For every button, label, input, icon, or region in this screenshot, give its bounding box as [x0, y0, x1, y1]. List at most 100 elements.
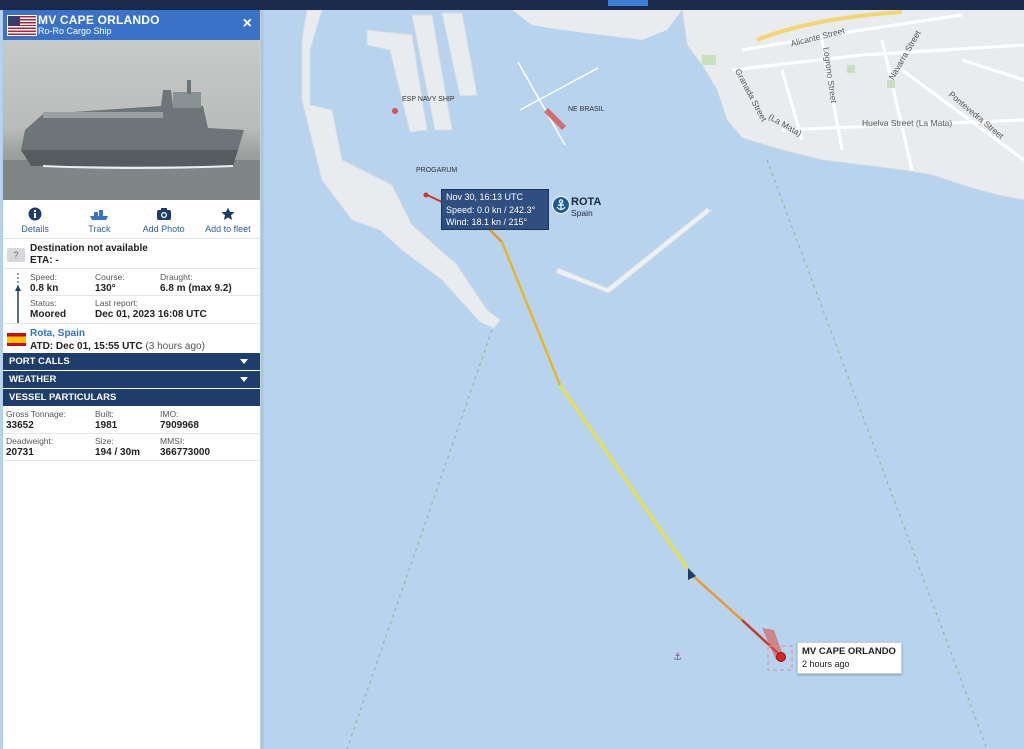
esp-navy-ship-label[interactable]: ESP NAVY SHIP — [402, 96, 455, 103]
track-yellow — [558, 384, 694, 576]
spain-flag-icon — [7, 333, 26, 346]
last-port-link[interactable]: Rota, Spain — [30, 328, 85, 339]
built-field: Built: 1981 — [95, 409, 117, 431]
map-canvas[interactable]: ⚓ ESP NAVY SHIP NE BRASIL PROGARUM Alica… — [262, 10, 1024, 749]
gross-tonnage-label: Gross Tonnage: — [6, 409, 66, 419]
channel-line-west — [346, 329, 493, 749]
mmsi-label: MMSI: — [160, 436, 185, 446]
unknown-destination-icon: ? — [7, 248, 25, 262]
vessel-status: Speed: 0.8 kn Course: 130° Draught: 6.8 m (… — [3, 269, 260, 324]
port-anchor-icon[interactable] — [552, 196, 570, 214]
course-line-icon — [15, 273, 21, 323]
port-label[interactable]: ROTA Spain — [571, 196, 601, 218]
speed-field: Speed: 0.8 kn — [30, 272, 58, 294]
port-calls-label: PORT CALLS — [9, 356, 70, 367]
divider — [30, 295, 260, 296]
speed-value: 0.8 kn — [30, 283, 59, 294]
pier-arm-3 — [441, 12, 478, 97]
weather-section[interactable]: WEATHER — [3, 371, 260, 389]
deadweight-field: Deadweight: 20731 — [6, 436, 53, 458]
status-field: Status: Moored — [30, 298, 66, 320]
vessel-particulars-label: VESSEL PARTICULARS — [9, 392, 117, 403]
particulars-row-1: Gross Tonnage: 33652 Built: 1981 IMO: 79099… — [3, 407, 260, 434]
vessel-particulars-section[interactable]: VESSEL PARTICULARS — [3, 389, 260, 407]
info-icon — [28, 207, 42, 221]
port-country: Spain — [571, 208, 593, 218]
vessel-panel: MV CAPE ORLANDO Ro-Ro Cargo Ship × Detai… — [3, 10, 261, 749]
add-to-fleet-label: Add to fleet — [205, 224, 251, 234]
mooring-line — [517, 61, 566, 146]
track-orange-3 — [691, 574, 743, 621]
track-label: Track — [88, 224, 111, 234]
vessel-type: Ro-Ro Cargo Ship — [38, 26, 112, 36]
close-button[interactable]: × — [243, 15, 252, 33]
size-label: Size: — [95, 436, 114, 446]
last-report-value: Dec 01, 2023 16:08 UTC — [95, 309, 207, 320]
ship-map-tag[interactable]: MV CAPE ORLANDO 2 hours ago — [797, 642, 902, 674]
vessel-actions: Details Track Add Photo Add to fleet — [3, 200, 260, 239]
deadweight-value: 20731 — [6, 447, 34, 458]
east-breakwater — [555, 207, 712, 294]
gross-tonnage-field: Gross Tonnage: 33652 — [6, 409, 66, 431]
draught-value: 6.8 m (max 9.2) — [160, 283, 232, 294]
imo-label: IMO: — [160, 409, 179, 419]
draught-label: Draught: — [160, 272, 193, 282]
chevron-down-icon — [240, 377, 248, 382]
progarum-label[interactable]: PROGARUM — [416, 167, 457, 174]
eta-text: ETA: - — [30, 255, 59, 266]
us-flag-icon — [7, 15, 37, 36]
mmsi-field: MMSI: 366773000 — [160, 436, 210, 458]
esp-navy-ship-marker — [392, 108, 398, 114]
vessel-header: MV CAPE ORLANDO Ro-Ro Cargo Ship × — [3, 10, 260, 40]
destination-text: Destination not available — [30, 243, 148, 254]
street-huelva: Huelva Street (La Mata) — [862, 118, 953, 128]
track-point-popup: Nov 30, 16:13 UTC Speed: 0.0 kn / 242.3°… — [441, 189, 549, 230]
weather-label: WEATHER — [9, 374, 57, 385]
add-photo-button[interactable]: Add Photo — [132, 200, 196, 238]
land-north-shore — [512, 10, 682, 40]
track-start-point — [423, 192, 429, 198]
atd-text: ATD: Dec 01, 15:55 UTC (3 hours ago) — [30, 341, 205, 352]
vessel-name: MV CAPE ORLANDO — [38, 13, 160, 27]
mmsi-value: 366773000 — [160, 447, 211, 458]
course-field: Course: 130° — [95, 272, 125, 294]
star-icon — [221, 207, 235, 220]
gross-tonnage-value: 33652 — [6, 420, 34, 431]
track-button[interactable]: Track — [67, 200, 131, 238]
imo-value: 7909968 — [160, 420, 199, 431]
last-port-row: Rota, Spain ATD: Dec 01, 15:55 UTC (3 ho… — [3, 324, 260, 353]
park-patch — [702, 55, 716, 65]
status-value: Moored — [30, 309, 67, 320]
speed-label: Speed: — [30, 272, 57, 282]
vessel-photo[interactable] — [3, 40, 260, 200]
chevron-down-icon — [240, 359, 248, 364]
mooring-line — [519, 67, 599, 111]
ne-brasil-label[interactable]: NE BRASIL — [568, 106, 605, 113]
particulars-row-2: Deadweight: 20731 Size: 194 / 30m MMSI: 366… — [3, 434, 260, 461]
port-calls-section[interactable]: PORT CALLS — [3, 353, 260, 371]
top-navigation-bar — [0, 0, 1024, 10]
details-label: Details — [21, 224, 49, 234]
draught-field: Draught: 6.8 m (max 9.2) — [160, 272, 232, 294]
add-to-fleet-button[interactable]: Add to fleet — [196, 200, 260, 238]
size-field: Size: 194 / 30m — [95, 436, 140, 458]
atd-relative: (3 hours ago) — [145, 341, 205, 352]
popup-time: Nov 30, 16:13 UTC — [446, 192, 524, 202]
track-orange-2 — [500, 241, 562, 386]
last-report-label: Last report: — [95, 298, 138, 308]
active-tab-indicator[interactable] — [608, 0, 648, 6]
park-patch — [847, 65, 855, 73]
add-photo-label: Add Photo — [142, 224, 185, 234]
ship-tag-name: MV CAPE ORLANDO — [802, 646, 896, 657]
deadweight-label: Deadweight: — [6, 436, 54, 446]
camera-icon — [156, 208, 171, 220]
course-value: 130° — [95, 283, 116, 294]
popup-speed: Speed: 0.0 kn / 242.3° — [446, 204, 536, 215]
port-name: ROTA — [571, 196, 602, 208]
details-button[interactable]: Details — [3, 200, 67, 238]
built-label: Built: — [95, 409, 114, 419]
size-value: 194 / 30m — [95, 447, 141, 458]
ship-position-dot — [776, 652, 786, 662]
popup-wind: Wind: 18.1 kn / 215° — [446, 217, 528, 227]
status-label: Status: — [30, 298, 57, 308]
